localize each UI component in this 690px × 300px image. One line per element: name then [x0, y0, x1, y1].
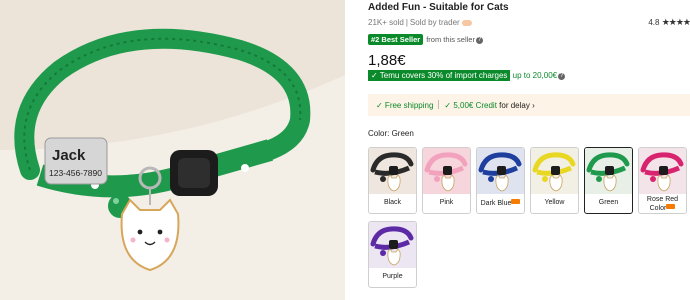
swatch-label-text: Yellow	[544, 199, 565, 206]
product-rating[interactable]: 4.8 ★★★★	[648, 17, 690, 28]
shipping-info-box[interactable]: ✓ Free shipping ✓ 5,00€ Credit for delay …	[368, 94, 690, 116]
color-swatch[interactable]: Pink	[422, 147, 471, 214]
delay-credit-suffix: for delay	[499, 101, 530, 110]
product-page: Jack 123-456-7890 Added Fun - Suitable f…	[0, 0, 690, 300]
product-image[interactable]: Jack 123-456-7890	[0, 0, 345, 300]
best-seller-text: from this seller	[426, 35, 475, 44]
swatch-label: Dark Blue	[477, 199, 524, 208]
seller-link[interactable]: Sold by trader	[410, 18, 460, 27]
swatch-label-text: Black	[383, 199, 402, 206]
color-swatch[interactable]: Rose Red Color	[638, 147, 687, 214]
swatch-thumbnail	[639, 148, 686, 194]
best-seller-badge[interactable]: #2 Best Seller	[368, 34, 424, 45]
trader-icon	[461, 19, 472, 26]
chevron-right-icon: ›	[532, 101, 535, 110]
swatch-label: Yellow	[531, 199, 578, 207]
best-seller-row: #2 Best Seller from this seller?	[368, 34, 483, 45]
swatch-thumbnail	[369, 222, 416, 268]
color-swatch[interactable]: Yellow	[530, 147, 579, 214]
swatch-label-text: Pink	[439, 199, 454, 206]
hot-tag-icon	[511, 199, 521, 204]
help-icon[interactable]: ?	[475, 37, 483, 44]
swatch-label: Black	[369, 199, 416, 207]
collar-name-text: Jack	[52, 147, 86, 164]
swatch-label: Pink	[423, 199, 470, 207]
swatch-thumbnail	[585, 148, 632, 194]
swatch-label-text: Green	[598, 199, 619, 206]
import-charges-limit: up to 20,00€	[512, 71, 558, 80]
product-meta: 21K+ sold | Sold by trader	[368, 18, 472, 27]
swatch-thumbnail	[477, 148, 524, 194]
star-rating-icon: ★★★★	[661, 17, 690, 27]
color-swatch[interactable]: Black	[368, 147, 417, 214]
sold-count: 21K+ sold	[368, 18, 404, 27]
import-charges-note: ✓ Temu covers 30% of import charges	[368, 70, 511, 81]
product-info-panel: Added Fun - Suitable for Cats 21K+ sold |…	[368, 0, 690, 300]
free-shipping-text: ✓ Free shipping	[376, 101, 434, 110]
swatch-label-text: Purple	[382, 273, 403, 280]
delay-credit-text: ✓ 5,00€ Credit	[444, 101, 497, 110]
help-icon[interactable]: ?	[558, 73, 566, 80]
color-selection-label: Color: Green	[368, 129, 414, 138]
swatch-thumbnail	[531, 148, 578, 194]
swatch-label: Green	[585, 199, 632, 207]
color-swatch[interactable]: Purple	[368, 221, 417, 288]
divider	[438, 100, 440, 109]
swatch-label: Rose Red Color	[639, 196, 686, 213]
color-swatch[interactable]: Green	[584, 147, 633, 214]
product-price: 1,88€	[368, 52, 406, 69]
collar-phone-text: 123-456-7890	[49, 168, 102, 178]
rating-value: 4.8	[648, 18, 660, 27]
color-swatch[interactable]: Dark Blue	[476, 147, 525, 214]
swatch-label-text: Dark Blue	[480, 200, 512, 207]
swatch-thumbnail	[423, 148, 470, 194]
product-title[interactable]: Added Fun - Suitable for Cats	[368, 2, 509, 13]
swatch-thumbnail	[369, 148, 416, 194]
hot-tag-icon	[666, 204, 676, 209]
swatch-label: Purple	[369, 273, 416, 281]
import-charges-row: ✓ Temu covers 30% of import charges up t…	[368, 70, 566, 81]
collar-illustration: Jack 123-456-7890	[0, 0, 345, 300]
